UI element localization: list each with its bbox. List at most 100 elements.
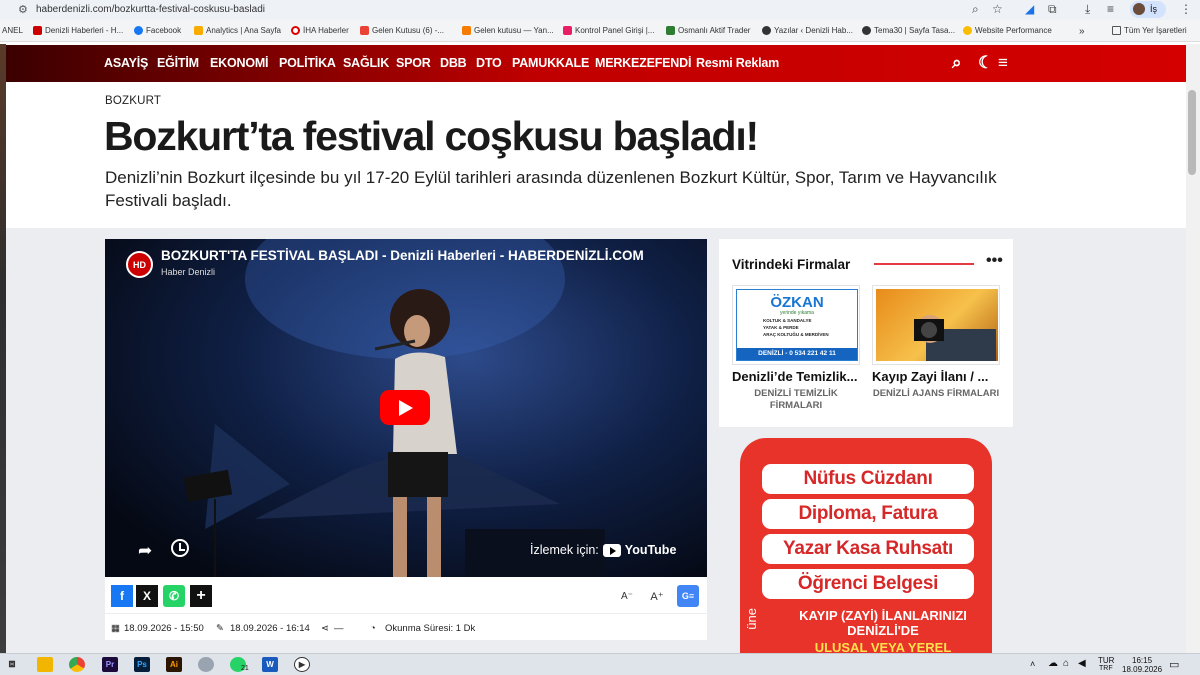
premiere-icon[interactable]: Pr: [102, 657, 118, 672]
performance-icon: [963, 26, 972, 35]
download-icon[interactable]: ⤓: [1085, 2, 1090, 17]
more-share-button[interactable]: +: [190, 585, 212, 607]
clock-date[interactable]: 18.09.2026: [1122, 665, 1162, 674]
watch-on-youtube[interactable]: İzlemek için: YouTube: [530, 543, 676, 557]
nav-item-ekonomi[interactable]: EKONOMİ: [210, 56, 269, 70]
article-description: Denizli’nin Bozkurt ilçesinde bu yıl 17-…: [105, 168, 997, 210]
whatsapp-share-button[interactable]: ✆: [163, 585, 185, 607]
bookmark-label: Analytics | Ana Sayfa: [206, 26, 282, 35]
main-nav: ASAYİŞ EĞİTİM EKONOMİ POLİTİKA SAĞLIK SP…: [6, 45, 1186, 82]
vitrin-more-icon[interactable]: •••: [986, 252, 1003, 270]
vitrin-card-title[interactable]: Kayıp Zayi İlanı / ...: [872, 369, 1002, 384]
photographer-image: [876, 289, 998, 361]
bookmark[interactable]: ANEL: [2, 26, 23, 35]
nav-item-pamukkale[interactable]: PAMUKKALE: [512, 56, 589, 70]
article-category[interactable]: BOZKURT: [105, 95, 161, 107]
notifications-icon[interactable]: ▭: [1169, 658, 1179, 671]
nav-item-asayis[interactable]: ASAYİŞ: [104, 56, 148, 70]
star-icon[interactable]: ☆: [992, 2, 1003, 16]
hd-icon: [33, 26, 42, 35]
media-player-icon[interactable]: ▶: [294, 657, 310, 672]
bookmark-label: Gelen kutusu — Yan...: [474, 26, 554, 35]
address-bar[interactable]: ⚙ haberdenizli.com/bozkurtta-festival-co…: [0, 0, 1200, 20]
bookmark[interactable]: Kontrol Panel Girişi |...: [563, 26, 654, 35]
video-channel[interactable]: Haber Denizli: [161, 267, 215, 277]
bookmark[interactable]: Facebook: [134, 26, 181, 35]
ad-banner[interactable]: Nüfus Cüzdanı Diploma, Fatura Yazar Kasa…: [740, 438, 992, 654]
app-icon[interactable]: [198, 657, 214, 672]
menu-dots-icon[interactable]: ⋮: [1180, 2, 1192, 16]
bookmark[interactable]: Analytics | Ana Sayfa: [194, 26, 281, 35]
x-share-button[interactable]: X: [136, 585, 158, 607]
ozkan-logo-text: ÖZKAN: [770, 294, 824, 311]
nav-item-resmi-reklam[interactable]: Resmi Reklam: [696, 56, 779, 70]
task-view-icon[interactable]: ⧈: [4, 657, 20, 672]
facebook-share-button[interactable]: f: [111, 585, 133, 607]
watch-later-icon[interactable]: [171, 539, 189, 557]
bookmark[interactable]: Tema30 | Sayfa Tasa...: [862, 26, 955, 35]
keyboard-layout[interactable]: TRF: [1099, 665, 1113, 672]
vitrin-card-category[interactable]: DENİZLİ TEMİZLİK FİRMALARI: [732, 388, 860, 412]
share-icon[interactable]: ➦: [138, 541, 152, 561]
nav-item-politika[interactable]: POLİTİKA: [279, 56, 336, 70]
url-text[interactable]: haberdenizli.com/bozkurtta-festival-cosk…: [36, 4, 265, 15]
network-icon[interactable]: ⌂: [1063, 658, 1069, 669]
nav-item-dbb[interactable]: DBB: [440, 56, 467, 70]
illustrator-icon[interactable]: Ai: [166, 657, 182, 672]
watch-on-label: İzlemek için:: [530, 543, 599, 557]
scrollbar-thumb[interactable]: [1188, 90, 1196, 175]
google-news-icon[interactable]: G≡: [677, 585, 699, 607]
te-icon: [563, 26, 572, 35]
bookmark[interactable]: Denizli Haberleri - H...: [33, 26, 123, 35]
channel-logo[interactable]: HD: [126, 251, 153, 278]
font-increase-button[interactable]: A⁺: [646, 585, 668, 607]
bookmark[interactable]: Gelen Kutusu (6) -...: [360, 26, 444, 35]
search-icon[interactable]: ⌕: [952, 53, 962, 73]
volume-icon[interactable]: ◀: [1078, 658, 1086, 669]
more-bookmarks[interactable]: »: [1079, 26, 1085, 37]
nav-item-dto[interactable]: DTO: [476, 56, 502, 70]
gmail-icon: [360, 26, 369, 35]
play-button[interactable]: [380, 390, 430, 425]
bookmark[interactable]: Osmanlı Aktif Trader: [666, 26, 750, 35]
font-decrease-button[interactable]: A⁻: [616, 585, 638, 607]
reading-list-icon[interactable]: ≡: [1107, 2, 1114, 16]
vitrin-card-category[interactable]: DENİZLİ AJANS FİRMALARI: [872, 388, 1000, 400]
calendar-icon: ▦: [111, 623, 120, 634]
word-icon[interactable]: W: [262, 657, 278, 672]
extension-icon[interactable]: ◢: [1025, 2, 1034, 16]
ad-item: Diploma, Fatura: [762, 499, 974, 529]
photoshop-icon[interactable]: Ps: [134, 657, 150, 672]
file-explorer-icon[interactable]: [37, 657, 53, 672]
video-player[interactable]: HD BOZKURT'TA FESTİVAL BAŞLADI - Denizli…: [105, 239, 707, 577]
nav-item-saglik[interactable]: SAĞLIK: [343, 56, 389, 70]
cloud-icon[interactable]: ☁: [1048, 658, 1058, 669]
bookmark-label: İHA Haberler: [303, 26, 349, 35]
dark-mode-icon[interactable]: ☾: [978, 53, 993, 73]
bookmark-label: Tüm Yer İşaretleri: [1124, 26, 1187, 35]
vitrin-card-image[interactable]: [872, 285, 1000, 365]
nav-item-egitim[interactable]: EĞİTİM: [157, 56, 199, 70]
all-bookmarks[interactable]: Tüm Yer İşaretleri: [1112, 26, 1187, 35]
share-count-icon[interactable]: ⋖: [321, 623, 329, 634]
video-title[interactable]: BOZKURT'TA FESTİVAL BAŞLADI - Denizli Ha…: [161, 248, 644, 263]
clock-time[interactable]: 16:15: [1132, 656, 1152, 665]
bookmark[interactable]: İHA Haberler: [291, 26, 349, 35]
facebook-icon: [134, 26, 143, 35]
zoom-icon[interactable]: ⌕: [972, 2, 979, 17]
bookmark[interactable]: Website Performance: [963, 26, 1052, 35]
language-indicator[interactable]: TUR: [1098, 656, 1114, 665]
bookmark[interactable]: Gelen kutusu — Yan...: [462, 26, 554, 35]
vitrin-card-title[interactable]: Denizli’de Temizlik...: [732, 369, 862, 384]
nav-item-spor[interactable]: SPOR: [396, 56, 431, 70]
nav-item-merkezefendi[interactable]: MERKEZEFENDİ: [595, 56, 691, 70]
chrome-icon[interactable]: [69, 657, 85, 672]
bookmark[interactable]: Yazılar ‹ Denizli Hab...: [762, 26, 853, 35]
youtube-icon: [602, 543, 621, 557]
vitrin-card-image[interactable]: ÖZKAN yerinde yıkama KOLTUK & SANDALYE Y…: [732, 285, 860, 365]
site-info-icon[interactable]: ⚙: [18, 3, 28, 16]
puzzle-icon[interactable]: ⧉: [1048, 2, 1057, 17]
tray-chevron-icon[interactable]: ˄: [1030, 659, 1035, 669]
hamburger-menu-icon[interactable]: ≡: [998, 53, 1008, 73]
bookmark-label: Website Performance: [975, 26, 1052, 35]
